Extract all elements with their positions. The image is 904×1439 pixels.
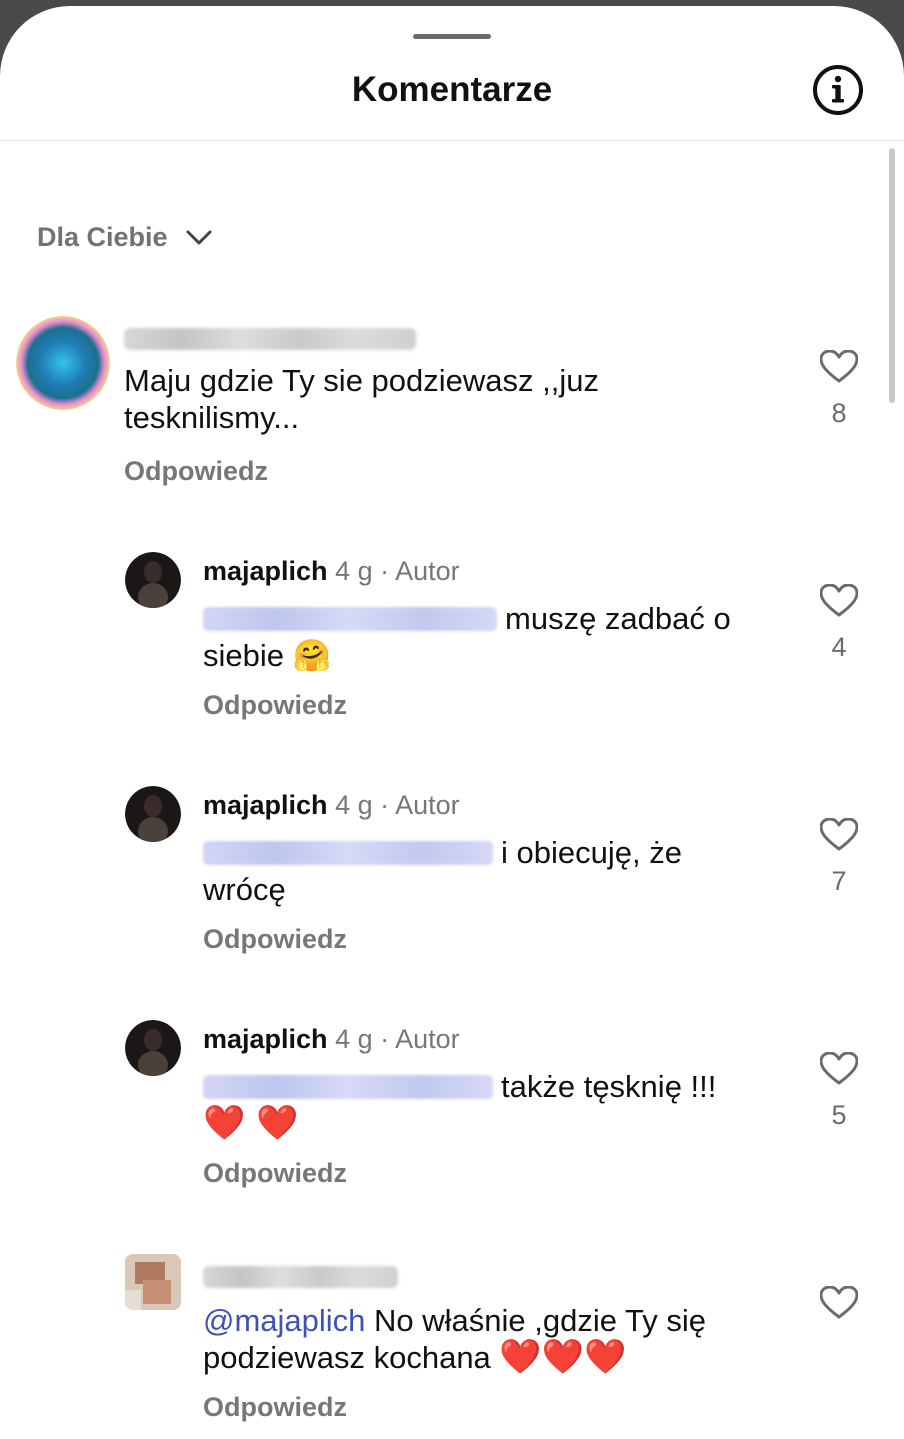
- avatar[interactable]: [16, 316, 110, 410]
- avatar[interactable]: [125, 786, 181, 842]
- sort-label: Dla Ciebie: [37, 222, 168, 252]
- author-badge: Autor: [395, 1024, 460, 1054]
- reply-button[interactable]: Odpowiedz: [203, 1392, 347, 1423]
- chevron-down-icon: [186, 230, 212, 244]
- author-badge: Autor: [395, 556, 460, 586]
- mention-link[interactable]: @majaplich: [203, 1303, 365, 1338]
- heart-icon: [820, 1286, 858, 1319]
- like-button[interactable]: 8: [818, 350, 860, 429]
- avatar[interactable]: [125, 1254, 181, 1310]
- reply-button[interactable]: Odpowiedz: [203, 924, 347, 955]
- comments-sheet: Komentarze Dla Ciebie Maju gdzie Ty sie …: [0, 6, 904, 1439]
- like-count: 8: [831, 398, 847, 428]
- reply-button[interactable]: Odpowiedz: [124, 456, 268, 487]
- like-count: 4: [831, 632, 847, 662]
- comment-meta: majaplich 4 g · Autor: [203, 1024, 460, 1055]
- comment-meta: majaplich 4 g · Autor: [203, 790, 460, 821]
- heart-icon: [820, 818, 858, 851]
- avatar[interactable]: [125, 552, 181, 608]
- comment-text: @majaplich No właśnie ,gdzie Ty się podz…: [203, 1303, 707, 1377]
- timestamp: 4 g: [335, 556, 373, 586]
- timestamp: 4 g: [335, 1024, 373, 1054]
- red-heart-emoji: ❤️❤️❤️: [499, 1337, 627, 1377]
- hugging-face-emoji: 🤗: [292, 638, 332, 674]
- reply-button[interactable]: Odpowiedz: [203, 690, 347, 721]
- username[interactable]: majaplich: [203, 790, 328, 820]
- comment-text: także tęsknię !!! ❤️ ❤️: [203, 1069, 717, 1143]
- like-button[interactable]: 7: [818, 818, 860, 897]
- info-icon[interactable]: [812, 64, 864, 116]
- like-button[interactable]: 5: [818, 1052, 860, 1131]
- like-count: 7: [831, 866, 847, 896]
- separator: ·: [380, 1024, 390, 1054]
- reply-button[interactable]: Odpowiedz: [203, 1158, 347, 1189]
- separator: ·: [380, 556, 390, 586]
- mention-redacted[interactable]: [203, 1075, 493, 1099]
- separator: ·: [380, 790, 390, 820]
- username[interactable]: majaplich: [203, 556, 328, 586]
- header-divider: [0, 140, 904, 141]
- mention-redacted[interactable]: [203, 607, 497, 631]
- heart-icon: [820, 1052, 858, 1085]
- scrollbar[interactable]: [889, 148, 895, 403]
- red-heart-emoji: ❤️ ❤️: [203, 1103, 299, 1143]
- mention-redacted[interactable]: [203, 841, 493, 865]
- username-redacted: [203, 1266, 398, 1288]
- like-count: 5: [831, 1100, 847, 1130]
- like-button[interactable]: [818, 1286, 860, 1320]
- heart-icon: [820, 350, 858, 383]
- comment-meta: majaplich 4 g · Autor: [203, 556, 460, 587]
- timestamp: 4 g: [335, 790, 373, 820]
- drag-handle[interactable]: [413, 34, 491, 39]
- page-title: Komentarze: [351, 70, 553, 109]
- comment-text: i obiecuję, że wrócę: [203, 835, 682, 907]
- comment-text: muszę zadbać o siebie 🤗: [203, 601, 731, 674]
- username[interactable]: majaplich: [203, 1024, 328, 1054]
- author-badge: Autor: [395, 790, 460, 820]
- username-redacted: [124, 328, 416, 350]
- avatar[interactable]: [125, 1020, 181, 1076]
- heart-icon: [820, 584, 858, 617]
- like-button[interactable]: 4: [818, 584, 860, 663]
- sort-dropdown[interactable]: Dla Ciebie: [37, 222, 212, 253]
- comment-text: Maju gdzie Ty sie podziewasz ,,juz teskn…: [124, 363, 599, 435]
